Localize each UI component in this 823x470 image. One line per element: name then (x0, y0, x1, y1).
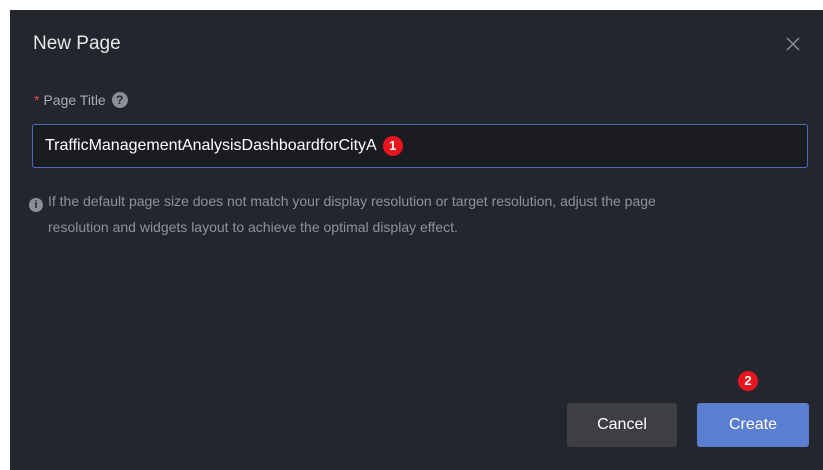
required-mark: * (34, 92, 40, 108)
cancel-button[interactable]: Cancel (567, 403, 677, 447)
info-line-1: If the default page size does not match … (48, 193, 656, 209)
info-message: i If the default page size does not match… (29, 188, 809, 240)
create-button[interactable]: Create (697, 403, 809, 447)
info-icon: i (29, 198, 43, 212)
question-mark-icon[interactable]: ? (111, 92, 128, 108)
page-title-input-value[interactable]: TrafficManagementAnalysisDashboardforCit… (45, 136, 377, 156)
new-page-dialog: New Page * Page Title ? TrafficManagemen… (10, 10, 823, 470)
page-title-label-text: Page Title (43, 92, 106, 108)
step-badge-2: 2 (738, 371, 758, 391)
step-badge-1: 1 (382, 136, 403, 156)
dialog-title: New Page (33, 33, 121, 54)
info-line-2: resolution and widgets layout to achieve… (48, 219, 458, 235)
page-title-input[interactable]: TrafficManagementAnalysisDashboardforCit… (32, 124, 808, 168)
close-icon[interactable] (783, 34, 803, 54)
page-title-label: * Page Title ? (34, 91, 128, 109)
